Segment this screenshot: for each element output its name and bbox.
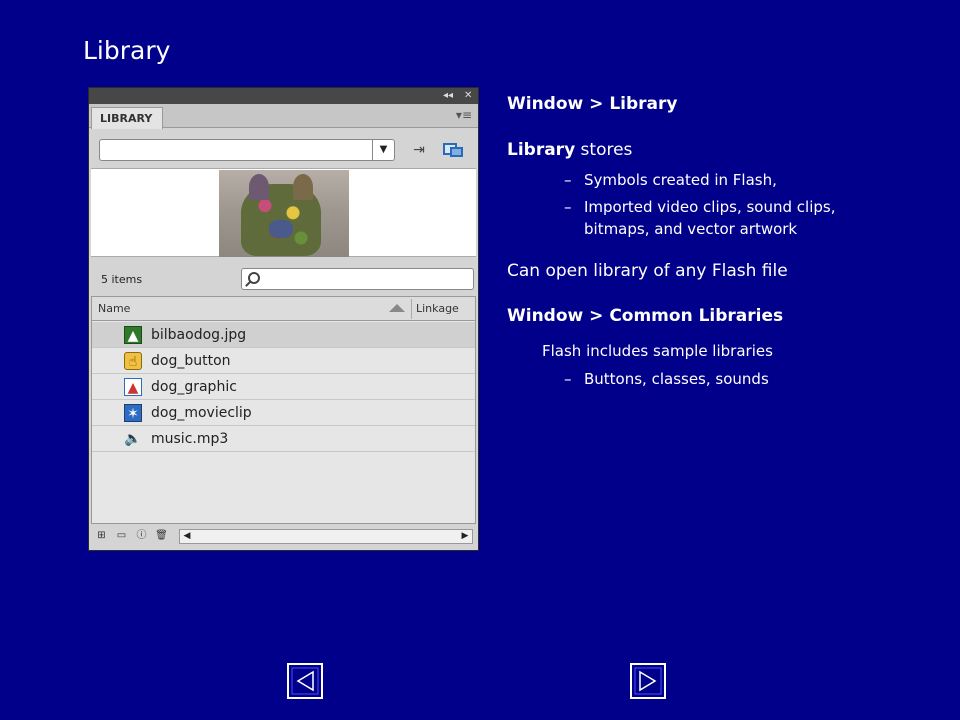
- library-item-row[interactable]: 🔈 music.mp3: [92, 426, 475, 452]
- bullet-imported-cont: bitmaps, and vector artwork: [584, 220, 798, 238]
- library-item-label: bilbaodog.jpg: [151, 327, 247, 343]
- horizontal-scrollbar[interactable]: ◀ ▶: [179, 529, 473, 544]
- library-item-row[interactable]: ☝ dog_button: [92, 348, 475, 374]
- library-panel: ◂◂ ✕ LIBRARY ▾≡ ▼ ⇥ 5 items Name Linkage…: [88, 87, 479, 551]
- search-icon: [248, 272, 260, 284]
- bullet-symbols: Symbols created in Flash,: [584, 171, 777, 189]
- close-panel-icon[interactable]: ✕: [464, 89, 472, 102]
- preview-pane: [91, 168, 476, 257]
- slide-title: Library: [83, 36, 171, 65]
- next-slide-button[interactable]: [630, 663, 666, 699]
- bitmap-icon: ▲: [124, 326, 142, 344]
- movieclip-symbol-icon: ✶: [124, 404, 142, 422]
- collapse-panel-icon[interactable]: ◂◂: [443, 89, 453, 102]
- document-dropdown[interactable]: ▼: [99, 139, 395, 161]
- bullet-dash: –: [564, 198, 572, 216]
- search-input[interactable]: [241, 268, 474, 290]
- column-header-name[interactable]: Name: [98, 302, 130, 315]
- library-item-row[interactable]: ▲ bilbaodog.jpg: [92, 322, 475, 348]
- sound-icon: 🔈: [124, 431, 142, 447]
- button-symbol-icon: ☝: [124, 352, 142, 370]
- bullet-buttons-classes-sounds: Buttons, classes, sounds: [584, 370, 769, 388]
- previous-arrow-icon: [291, 667, 319, 695]
- bullet-imported: Imported video clips, sound clips,: [584, 198, 836, 216]
- tab-library[interactable]: LIBRARY: [91, 107, 163, 129]
- dog-preview-image: [219, 170, 349, 257]
- panel-menu-icon[interactable]: ▾≡: [456, 108, 472, 122]
- item-count: 5 items: [101, 273, 143, 286]
- library-item-row[interactable]: ✶ dog_movieclip: [92, 400, 475, 426]
- bullet-dash: –: [564, 171, 572, 189]
- library-item-row[interactable]: ▲ dog_graphic: [92, 374, 475, 400]
- open-library-text: Can open library of any Flash file: [507, 261, 788, 281]
- sort-ascending-icon[interactable]: [389, 304, 405, 312]
- library-stores-heading: Library stores: [507, 140, 632, 160]
- library-item-list: Name Linkage ▲ bilbaodog.jpg ☝ dog_button ▲ d…: [91, 296, 476, 524]
- scroll-left-icon[interactable]: ◀: [180, 530, 194, 543]
- stores-text: stores: [575, 140, 633, 160]
- library-item-label: dog_graphic: [151, 379, 237, 395]
- library-item-label: music.mp3: [151, 431, 229, 447]
- scroll-right-icon[interactable]: ▶: [458, 530, 472, 543]
- sample-libraries-text: Flash includes sample libraries: [542, 342, 773, 360]
- graphic-symbol-icon: ▲: [124, 378, 142, 396]
- panel-footer: ⊞ ▭ ⓘ 🗑 ◀ ▶: [91, 526, 476, 546]
- next-arrow-icon: [634, 667, 662, 695]
- library-item-label: dog_movieclip: [151, 405, 252, 421]
- properties-icon[interactable]: ⓘ: [135, 529, 148, 542]
- bullet-dash: –: [564, 370, 572, 388]
- new-folder-icon[interactable]: ▭: [115, 529, 128, 542]
- menu-path-library: Window > Library: [507, 94, 678, 114]
- column-header-linkage[interactable]: Linkage: [416, 302, 459, 315]
- previous-slide-button[interactable]: [287, 663, 323, 699]
- pin-library-icon[interactable]: ⇥: [409, 141, 429, 159]
- menu-path-common-libraries: Window > Common Libraries: [507, 306, 784, 326]
- new-library-panel-icon[interactable]: [443, 141, 465, 159]
- chevron-down-icon[interactable]: ▼: [372, 140, 394, 160]
- panel-tab-row: LIBRARY ▾≡: [89, 104, 478, 129]
- library-item-label: dog_button: [151, 353, 231, 369]
- delete-icon[interactable]: 🗑: [155, 529, 168, 542]
- new-symbol-icon[interactable]: ⊞: [95, 529, 108, 542]
- library-term: Library: [507, 140, 576, 160]
- panel-title-bar: ◂◂ ✕: [89, 88, 478, 104]
- list-header: Name Linkage: [92, 297, 475, 321]
